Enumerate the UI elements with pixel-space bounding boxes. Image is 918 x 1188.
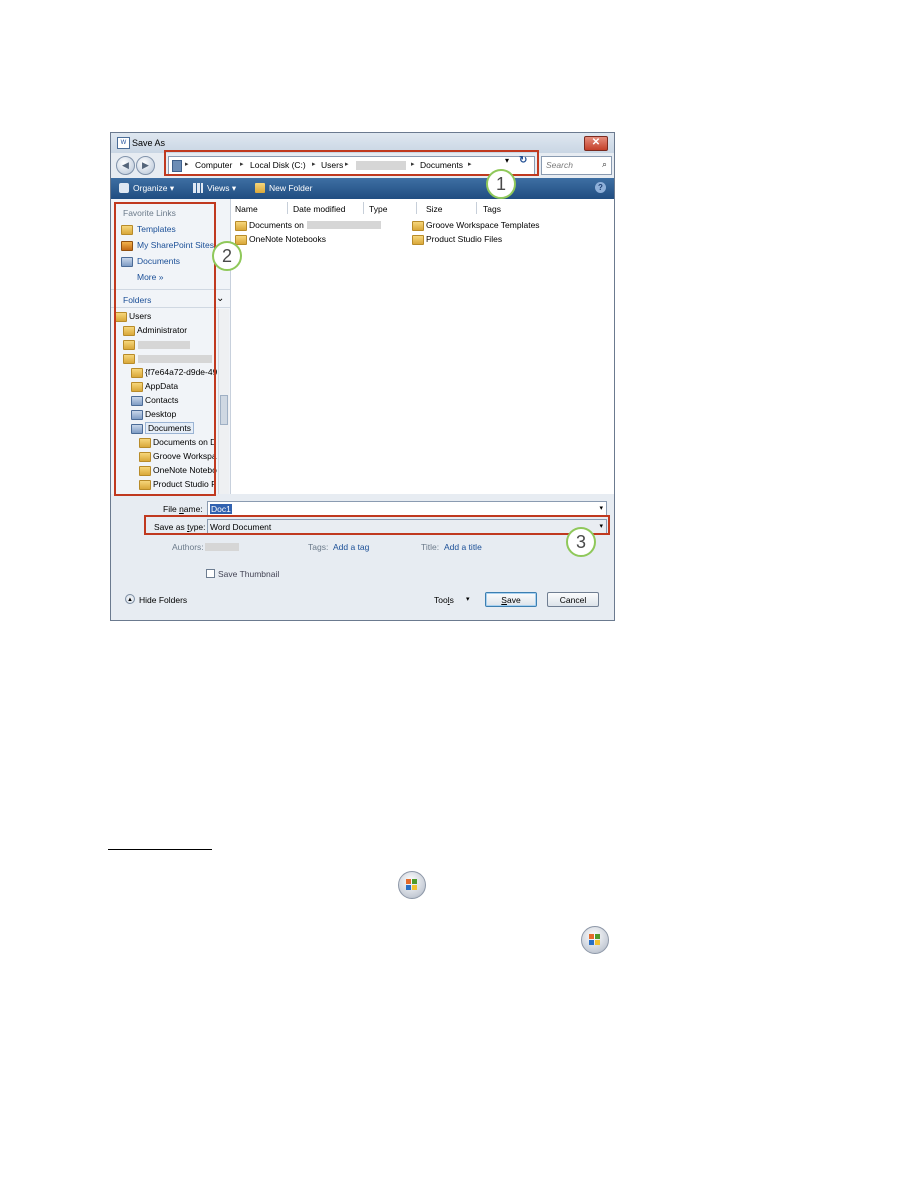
file-item[interactable]: Documents on — [249, 220, 304, 230]
views-menu[interactable]: Views ▾ — [207, 183, 236, 194]
file-name-label: File name: — [163, 504, 203, 514]
organize-menu[interactable]: Organize ▾ — [133, 183, 174, 194]
chevron-down-icon[interactable]: ▾ — [599, 504, 603, 512]
callout-box-navigation-pane — [114, 202, 216, 496]
column-divider — [363, 202, 364, 214]
title-label: Title: — [421, 542, 440, 552]
folder-icon — [235, 221, 247, 231]
save-button[interactable]: Save — [485, 592, 537, 607]
column-divider — [476, 202, 477, 214]
file-item[interactable]: Groove Workspace Templates — [426, 220, 540, 230]
save-thumbnail-label[interactable]: Save Thumbnail — [218, 569, 279, 579]
command-toolbar: Organize ▾ Views ▾ New Folder ? — [111, 178, 614, 199]
office-logo-icon — [589, 934, 601, 946]
views-icon — [193, 183, 203, 193]
underline-rule — [108, 849, 212, 850]
forward-button[interactable]: ▶ — [136, 156, 155, 175]
tags-label: Tags: — [308, 542, 329, 552]
office-logo-icon — [406, 879, 418, 891]
folder-tree-scrollbar[interactable] — [218, 309, 229, 494]
add-tag-link[interactable]: Add a tag — [333, 542, 369, 552]
column-header-date-modified[interactable]: Date modified — [293, 204, 345, 214]
column-divider — [416, 202, 417, 214]
redacted-folder-name — [307, 221, 381, 229]
chevron-up-icon[interactable]: ▲ — [125, 594, 135, 604]
column-divider — [287, 202, 288, 214]
folder-icon — [412, 221, 424, 231]
authors-label: Authors: — [172, 542, 204, 552]
redacted-author — [205, 543, 239, 551]
file-name-input[interactable]: Doc1 ▾ — [207, 501, 607, 516]
column-header-type[interactable]: Type — [369, 204, 387, 214]
column-header-tags[interactable]: Tags — [483, 204, 501, 214]
dialog-title: Save As — [132, 138, 166, 148]
column-header-size[interactable]: Size — [426, 204, 443, 214]
office-button-icon — [581, 926, 609, 954]
callout-box-address-bar — [164, 150, 539, 176]
search-placeholder: Search — [546, 160, 573, 170]
tools-dropdown-arrow[interactable]: ▾ — [466, 595, 470, 603]
search-input[interactable]: Search ⌕ — [541, 156, 612, 175]
callout-number-2: 2 — [212, 241, 242, 271]
close-button[interactable]: ✕ — [584, 136, 608, 151]
file-name-value: Doc1 — [210, 504, 232, 514]
file-list: Name Date modified Type Size Tags Docume… — [231, 199, 614, 494]
help-icon[interactable]: ? — [595, 182, 606, 193]
save-thumbnail-checkbox[interactable] — [206, 569, 215, 578]
tools-menu[interactable]: Tools — [434, 595, 454, 605]
office-button-icon — [398, 871, 426, 899]
new-folder-button[interactable]: New Folder — [269, 183, 312, 193]
cancel-button[interactable]: Cancel — [547, 592, 599, 607]
chevron-down-icon[interactable]: ⌄ — [216, 293, 224, 304]
new-folder-icon — [255, 183, 265, 193]
search-icon[interactable]: ⌕ — [602, 159, 607, 170]
callout-number-3: 3 — [566, 527, 596, 557]
add-title-link[interactable]: Add a title — [444, 542, 482, 552]
word-document-icon: W — [117, 137, 130, 149]
file-item[interactable]: Product Studio Files — [426, 234, 502, 244]
hide-folders-button[interactable]: Hide Folders — [139, 595, 187, 605]
file-item[interactable]: OneNote Notebooks — [249, 234, 326, 244]
folder-icon — [412, 235, 424, 245]
callout-number-1: 1 — [486, 169, 516, 199]
callout-box-save-as-type — [144, 515, 610, 535]
column-header-name[interactable]: Name — [235, 204, 258, 214]
organize-icon — [119, 183, 129, 193]
save-options-panel: File name: Doc1 ▾ Save as type: Word Doc… — [111, 494, 614, 620]
scrollbar-thumb[interactable] — [220, 395, 228, 425]
back-button[interactable]: ◀ — [116, 156, 135, 175]
onenote-folder-icon — [235, 235, 247, 245]
